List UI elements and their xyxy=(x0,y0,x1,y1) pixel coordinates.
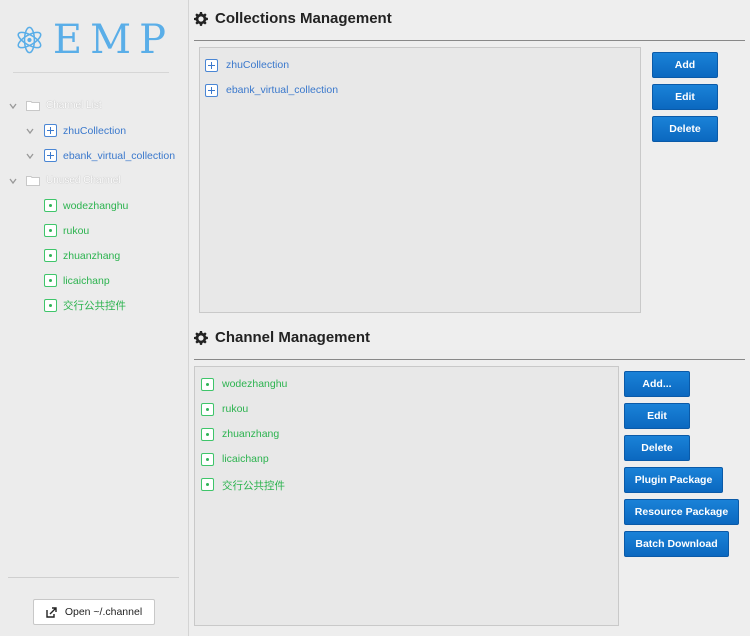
list-item-label: licaichanp xyxy=(222,453,269,465)
open-channel-button[interactable]: Open ~/.channel xyxy=(33,599,155,625)
batch-download-button[interactable]: Batch Download xyxy=(624,531,729,557)
add-collection-button[interactable]: Add xyxy=(652,52,718,78)
section-title: Channel Management xyxy=(215,329,371,346)
list-item-label: 交行公共控件 xyxy=(222,480,285,492)
chevron-down-icon[interactable] xyxy=(26,152,34,160)
tree-item-label: rukou xyxy=(63,224,90,237)
list-item[interactable]: rukou xyxy=(195,397,618,422)
channel-icon xyxy=(44,224,57,237)
list-item-label: wodezhanghu xyxy=(222,378,288,390)
list-item[interactable]: licaichanp xyxy=(195,447,618,472)
tree-item-zhuanzhang[interactable]: zhuanzhang xyxy=(0,243,189,268)
tree-item-zhucollection[interactable]: zhuCollection xyxy=(0,118,189,143)
tree-folder-channel-list[interactable]: Channel List xyxy=(0,93,189,118)
channel-icon xyxy=(201,403,214,416)
sidebar-divider xyxy=(8,577,179,578)
list-item[interactable]: 交行公共控件 xyxy=(195,472,618,497)
tree-item-wodezhanghu[interactable]: wodezhanghu xyxy=(0,193,189,218)
expand-plus-icon[interactable] xyxy=(44,149,57,162)
tree-item-label: zhuCollection xyxy=(63,124,127,137)
open-channel-label: Open ~/.channel xyxy=(64,606,143,618)
list-item[interactable]: zhuanzhang xyxy=(195,422,618,447)
tree-item-label: zhuanzhang xyxy=(63,249,121,262)
tree-item-label: 交行公共控件 xyxy=(63,300,126,312)
delete-channel-button[interactable]: Delete xyxy=(624,435,690,461)
gear-icon xyxy=(194,330,208,345)
tree-folder-label: Channel List xyxy=(46,100,102,111)
collections-divider xyxy=(194,40,745,41)
resource-package-button[interactable]: Resource Package xyxy=(624,499,739,525)
external-link-icon xyxy=(46,606,57,618)
folder-icon xyxy=(26,175,40,186)
plugin-package-button[interactable]: Plugin Package xyxy=(624,467,723,493)
expand-plus-icon[interactable] xyxy=(205,84,218,97)
expand-plus-icon[interactable] xyxy=(44,124,57,137)
logo-divider xyxy=(13,72,169,73)
logo-text: EMP xyxy=(52,17,174,63)
tree-item-jiaohang-common-controls[interactable]: 交行公共控件 xyxy=(0,293,189,318)
channel-icon xyxy=(44,274,57,287)
atom-icon xyxy=(17,26,42,54)
edit-collection-button[interactable]: Edit xyxy=(652,84,718,110)
channel-icon xyxy=(201,478,214,491)
channel-icon xyxy=(201,378,214,391)
list-item-label: ebank_virtual_collection xyxy=(226,84,339,96)
tree-item-label: wodezhanghu xyxy=(63,199,129,212)
page-title: Collections Management xyxy=(215,10,392,27)
channel-icon xyxy=(201,453,214,466)
tree-item-ebank-virtual-collection[interactable]: ebank_virtual_collection xyxy=(0,143,189,168)
list-item-label: zhuCollection xyxy=(226,59,290,71)
channels-divider xyxy=(194,359,745,360)
add-channel-button[interactable]: Add... xyxy=(624,371,690,397)
list-item-label: zhuanzhang xyxy=(222,428,280,440)
channel-icon xyxy=(44,249,57,262)
chevron-down-icon[interactable] xyxy=(26,127,34,135)
list-item[interactable]: ebank_virtual_collection xyxy=(200,78,640,103)
channel-tree: Channel List zhuCollection ebank_virtual… xyxy=(0,93,189,318)
folder-icon xyxy=(26,100,40,111)
channel-icon xyxy=(44,199,57,212)
list-item-label: rukou xyxy=(222,403,249,415)
channels-list[interactable]: wodezhanghu rukou zhuanzhang licaichanp … xyxy=(194,366,619,626)
delete-collection-button[interactable]: Delete xyxy=(652,116,718,142)
list-item[interactable]: wodezhanghu xyxy=(195,372,618,397)
channels-section-title: Channel Management xyxy=(194,329,370,346)
sidebar: EMP Channel List zhuCollection ebank_vir… xyxy=(0,0,189,636)
tree-item-rukou[interactable]: rukou xyxy=(0,218,189,243)
tree-folder-unused-channel[interactable]: Unused Channel xyxy=(0,168,189,193)
chevron-down-icon[interactable] xyxy=(9,177,17,185)
channel-icon xyxy=(44,299,57,312)
tree-item-label: licaichanp xyxy=(63,274,110,287)
gear-icon xyxy=(194,11,208,26)
list-item[interactable]: zhuCollection xyxy=(200,53,640,78)
tree-item-label: ebank_virtual_collection xyxy=(63,149,176,162)
emp-logo: EMP xyxy=(14,16,174,64)
channel-icon xyxy=(201,428,214,441)
chevron-down-icon[interactable] xyxy=(9,102,17,110)
collections-list[interactable]: zhuCollection ebank_virtual_collection xyxy=(199,47,641,313)
expand-plus-icon[interactable] xyxy=(205,59,218,72)
collections-section-title: Collections Management xyxy=(194,10,392,27)
edit-channel-button[interactable]: Edit xyxy=(624,403,690,429)
tree-item-licaichanp[interactable]: licaichanp xyxy=(0,268,189,293)
tree-folder-label: Unused Channel xyxy=(46,175,121,186)
